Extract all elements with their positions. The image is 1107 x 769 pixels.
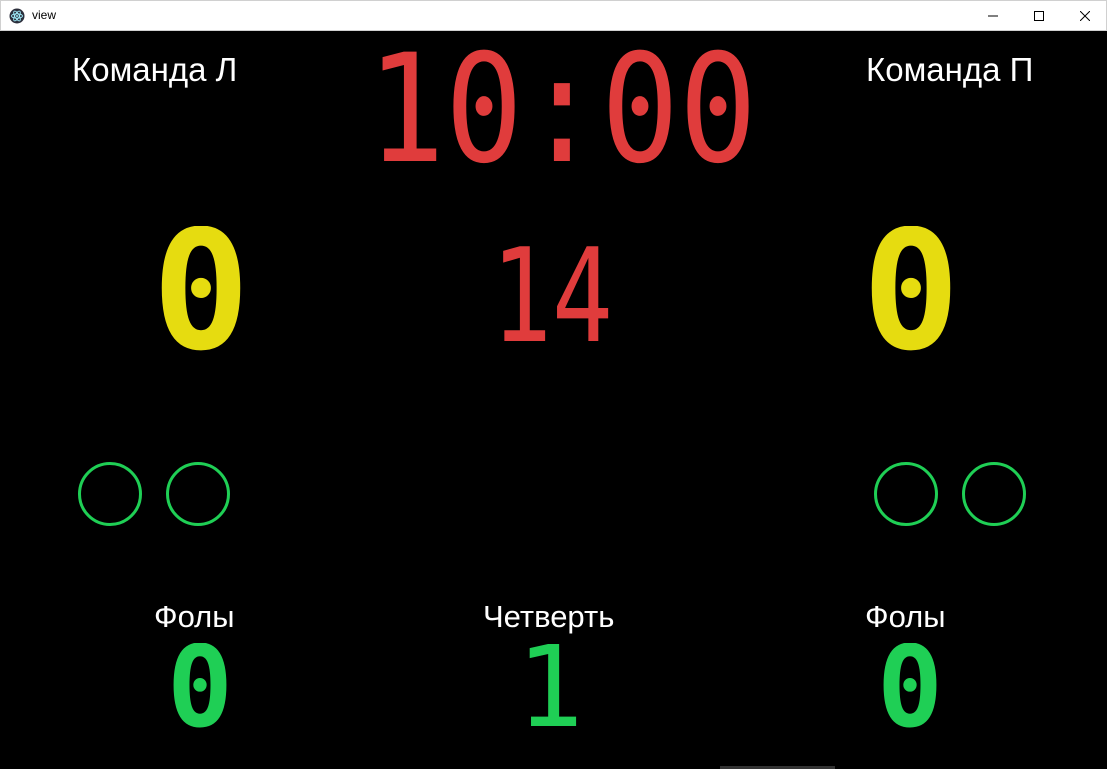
- quarter-value-text: 1: [516, 643, 583, 733]
- minimize-button[interactable]: [970, 1, 1016, 31]
- close-icon: [1080, 11, 1090, 21]
- scoreboard: Команда Л Команда П 10:00 14 0 0 Фолы Че…: [0, 31, 1107, 769]
- game-clock-text: 10:00: [367, 31, 757, 191]
- quarter-value: 1: [516, 643, 583, 733]
- team-left-timeout-indicator: [78, 462, 142, 526]
- team-right-timeout-indicator: [962, 462, 1026, 526]
- close-button[interactable]: [1062, 1, 1107, 31]
- team-left-fouls-label: Фолы: [154, 599, 235, 634]
- team-right-fouls: 0: [877, 643, 943, 733]
- maximize-button[interactable]: [1016, 1, 1062, 31]
- team-left-score: 0: [152, 226, 250, 361]
- quarter-label: Четверть: [483, 599, 615, 634]
- game-clock: 10:00: [367, 31, 757, 191]
- team-left-timeout-indicator: [166, 462, 230, 526]
- window-titlebar: view: [0, 0, 1107, 31]
- team-right-score-text: 0: [862, 226, 960, 361]
- team-right-timeout-indicator: [874, 462, 938, 526]
- team-left-fouls: 0: [167, 643, 233, 733]
- window-title: view: [32, 8, 57, 22]
- team-left-fouls-text: 0: [167, 643, 233, 733]
- team-left-score-text: 0: [152, 226, 250, 361]
- minimize-icon: [988, 15, 998, 17]
- team-right-fouls-text: 0: [877, 643, 943, 733]
- shot-clock-text: 14: [491, 226, 613, 366]
- team-right-fouls-label: Фолы: [865, 599, 946, 634]
- app-icon: [9, 8, 25, 24]
- maximize-icon: [1034, 11, 1044, 21]
- team-right-score: 0: [862, 226, 960, 361]
